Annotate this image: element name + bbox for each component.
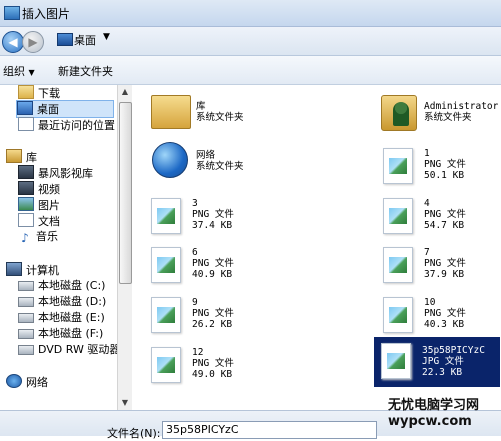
desktop-icon: [17, 101, 33, 115]
forward-button[interactable]: ▶: [22, 31, 44, 53]
drive-icon: [18, 281, 34, 291]
scroll-down-arrow-icon[interactable]: ▼: [118, 396, 132, 410]
network-icon: [6, 374, 22, 388]
file-item-administrator[interactable]: Administrator 系统文件夹: [376, 89, 500, 133]
user-folder-icon: [381, 95, 417, 131]
file-list: 库系统文件夹 Administrator 系统文件夹 网络 系统文件夹 1 PNG 文…: [132, 85, 501, 410]
sidebar-item-dvd[interactable]: DVD RW 驱动器 (: [18, 342, 128, 358]
watermark: 无忧电脑学习网 wypcw.com: [388, 398, 479, 430]
filename-input[interactable]: 35p58PICYzC: [162, 421, 377, 439]
image-file-icon: [383, 297, 413, 333]
file-item-library[interactable]: 库系统文件夹: [144, 89, 268, 133]
file-item-png[interactable]: 7 PNG 文件 37.9 KB: [376, 241, 500, 285]
sidebar-item-music[interactable]: ♪ 音乐: [18, 229, 58, 245]
library-icon: [6, 149, 22, 163]
image-file-icon: [151, 297, 181, 333]
filename-label: 文件名(N):: [107, 427, 161, 440]
file-item-png[interactable]: 1 PNG 文件 50.1 KB: [376, 142, 500, 186]
image-file-icon: [383, 148, 413, 184]
scroll-up-arrow-icon[interactable]: ▲: [118, 85, 132, 99]
sidebar-item-drive-f[interactable]: 本地磁盘 (F:): [18, 326, 103, 342]
image-file-icon: [151, 198, 181, 234]
file-item-png[interactable]: 10 PNG 文件 40.3 KB: [376, 291, 500, 335]
image-file-icon: [383, 198, 413, 234]
sidebar-scrollbar[interactable]: ▲ ▼: [117, 85, 132, 410]
organize-button[interactable]: 组织 ▼: [3, 63, 35, 79]
video-library-icon: [18, 165, 34, 179]
drive-icon: [18, 313, 34, 323]
drive-icon: [18, 297, 34, 307]
library-folder-icon: [151, 95, 191, 129]
navigation-pane: 下载 桌面 最近访问的位置 库 暴风影视库 视频 图片 文档 ♪ 音乐 计算机 本…: [0, 85, 128, 410]
sidebar-item-documents[interactable]: 文档: [18, 213, 60, 229]
back-button[interactable]: ◀: [2, 31, 24, 53]
file-item-png[interactable]: 6 PNG 文件 40.9 KB: [144, 241, 268, 285]
sidebar-item-computer[interactable]: 计算机: [6, 262, 59, 278]
sidebar-item-drive-e[interactable]: 本地磁盘 (E:): [18, 310, 105, 326]
sidebar-item-pictures[interactable]: 图片: [18, 197, 60, 213]
desktop-icon: [57, 33, 73, 46]
file-item-jpg-selected[interactable]: 35p58PICYzC JPG 文件 22.3 KB: [374, 337, 500, 387]
recent-icon: [18, 117, 34, 131]
music-icon: ♪: [18, 232, 32, 244]
title-bar: 插入图片: [0, 0, 501, 27]
watermark-line1: 无忧电脑学习网: [388, 398, 480, 413]
sidebar-item-drive-c[interactable]: 本地磁盘 (C:): [18, 278, 105, 294]
window-title: 插入图片: [22, 7, 71, 21]
window-icon: [4, 6, 20, 20]
computer-icon: [6, 262, 22, 276]
picture-icon: [18, 197, 34, 211]
sidebar-item-downloads[interactable]: 下载: [18, 85, 60, 101]
network-globe-icon: [152, 142, 188, 178]
dvd-drive-icon: [18, 345, 34, 355]
video-icon: [18, 181, 34, 195]
chevron-down-icon[interactable]: ▼: [103, 32, 110, 42]
new-folder-button[interactable]: 新建文件夹: [58, 63, 113, 79]
file-item-network[interactable]: 网络 系统文件夹: [144, 138, 268, 182]
image-file-icon: [383, 247, 413, 283]
image-file-icon: [151, 347, 181, 383]
drive-icon: [18, 329, 34, 339]
sidebar-item-video-library[interactable]: 暴风影视库: [18, 165, 93, 181]
image-file-icon: [381, 343, 411, 379]
image-file-icon: [151, 247, 181, 283]
file-item-png[interactable]: 3 PNG 文件 37.4 KB: [144, 192, 268, 236]
file-item-png[interactable]: 9 PNG 文件 26.2 KB: [144, 291, 268, 335]
watermark-url: wypcw.com: [388, 414, 472, 429]
address-location[interactable]: 桌面: [74, 32, 96, 48]
file-item-png[interactable]: 4 PNG 文件 54.7 KB: [376, 192, 500, 236]
sidebar-item-drive-d[interactable]: 本地磁盘 (D:): [18, 294, 106, 310]
sidebar-item-libraries[interactable]: 库: [6, 149, 37, 165]
scrollbar-thumb[interactable]: [119, 102, 132, 284]
file-item-png[interactable]: 12 PNG 文件 49.0 KB: [144, 341, 268, 385]
folder-icon: [18, 85, 34, 99]
sidebar-item-desktop[interactable]: 桌面: [16, 100, 114, 118]
sidebar-item-network[interactable]: 网络: [6, 374, 48, 390]
sidebar-item-recent[interactable]: 最近访问的位置: [18, 117, 115, 133]
document-icon: [18, 213, 34, 227]
sidebar-item-videos[interactable]: 视频: [18, 181, 60, 197]
